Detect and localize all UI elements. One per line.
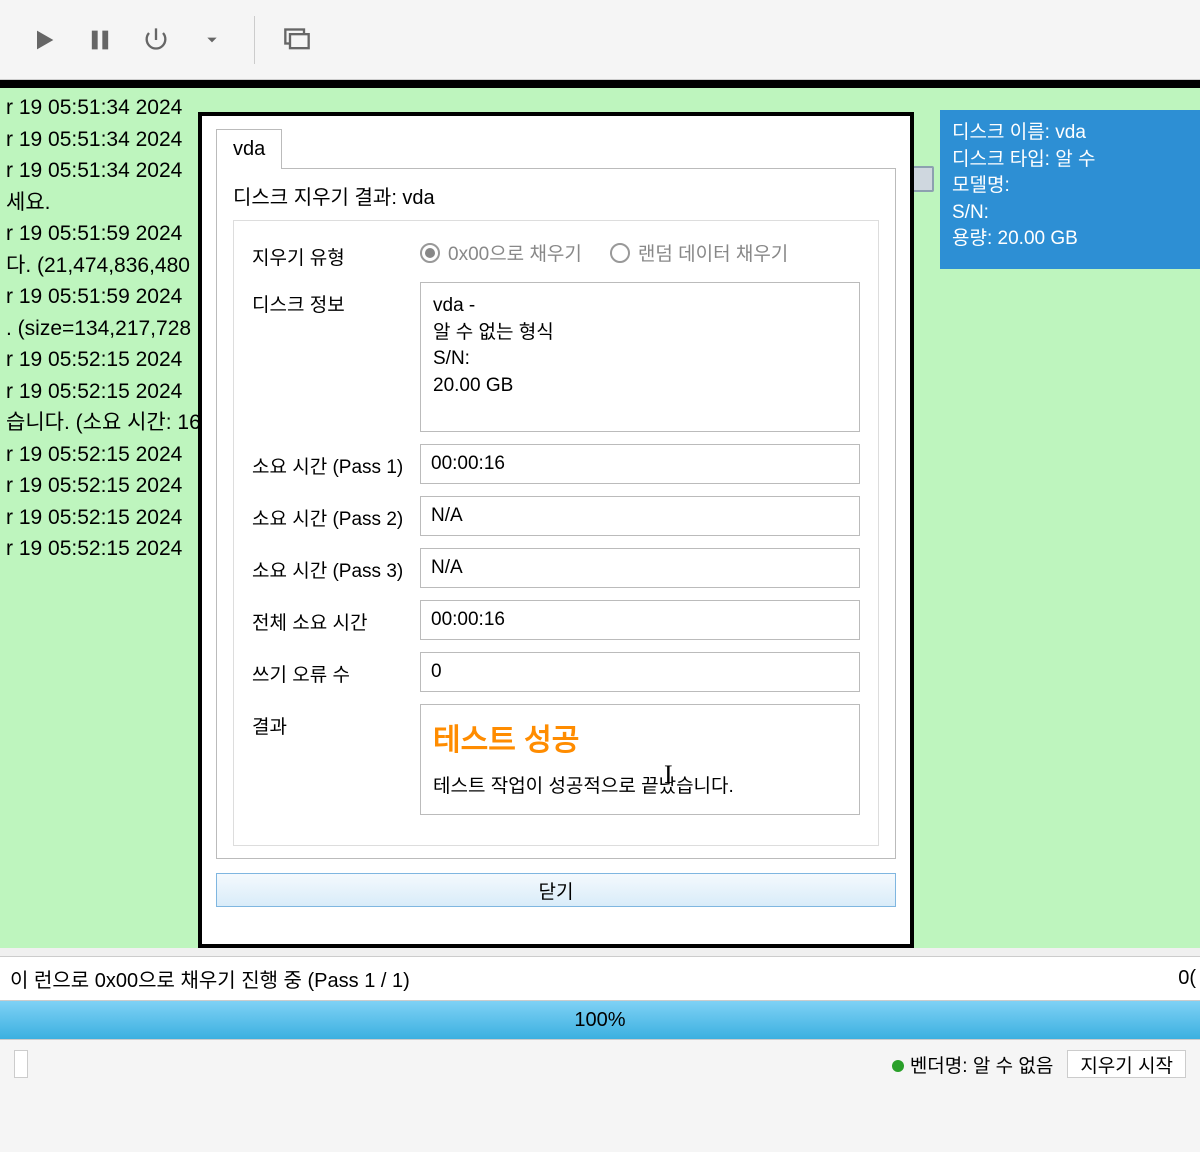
label-erase-type: 지우기 유형 [252,235,420,270]
log-line: r 19 05:52:15 2024 [6,380,182,403]
title-divider [0,80,1200,88]
log-line: r 19 05:52:15 2024 [6,348,182,371]
vendor-indicator: 벤더명: 알 수 없음 [892,1051,1053,1078]
status-bar: 이 런으로 0x00으로 채우기 진행 중 (Pass 1 / 1) 0( [0,956,1200,1000]
tab-row: vda [202,116,910,168]
power-dropdown[interactable] [188,16,236,64]
log-line: r 19 05:52:15 2024 [6,506,182,529]
result-box: 테스트 성공 테스트 작업이 성공적으로 끝났습니다. [420,704,860,815]
radio-icon [420,243,440,263]
input-pass3[interactable] [420,548,860,588]
log-line: r 19 05:51:59 2024 [6,222,182,245]
disk-model-row: 모델명: [952,173,1188,200]
log-line: r 19 05:52:15 2024 [6,474,182,497]
disk-name-row: 디스크 이름: vda [952,120,1188,147]
progress-fill: 100% [0,1001,1200,1039]
label-disk-info: 디스크 정보 [252,282,420,317]
status-text: 이 런으로 0x00으로 채우기 진행 중 (Pass 1 / 1) [10,964,410,993]
input-errors[interactable] [420,652,860,692]
log-line: r 19 05:51:59 2024 [6,285,182,308]
log-line: r 19 05:52:15 2024 [6,443,182,466]
bottom-left-frag[interactable] [14,1050,28,1078]
log-line: . (size=134,217,728 [6,317,191,340]
toolbar-separator [254,16,255,64]
disk-sn-row: S/N: [952,200,1188,227]
result-title: 테스트 성공 [433,715,847,759]
log-line: 습니다. (소요 시간: 16 [6,411,201,434]
disk-capacity-row: 용량: 20.00 GB [952,226,1188,253]
play-button[interactable] [20,16,68,64]
disk-info-box: vda - 알 수 없는 형식 S/N: 20.00 GB [420,282,860,432]
power-button[interactable] [132,16,180,64]
bottom-bar: 벤더명: 알 수 없음 지우기 시작 [0,1040,1200,1152]
input-total[interactable] [420,600,860,640]
label-errors: 쓰기 오류 수 [252,652,420,687]
radio-fill-random[interactable]: 랜덤 데이터 채우기 [610,239,788,266]
result-message: 테스트 작업이 성공적으로 끝났습니다. [433,771,847,798]
radio-fill-0x00[interactable]: 0x00으로 채우기 [420,239,582,266]
log-line: 다. (21,474,836,480 [6,254,190,277]
log-line: r 19 05:52:15 2024 [6,537,182,560]
chevron-down-icon [205,33,219,47]
toolbar [0,0,1200,80]
close-button[interactable]: 닫기 [216,873,896,907]
progress-bar: 100% [0,1000,1200,1040]
power-icon [142,26,170,54]
monitor-button[interactable] [273,16,321,64]
label-pass3: 소요 시간 (Pass 3) [252,548,420,583]
log-line: r 19 05:51:34 2024 [6,159,182,182]
disk-info-panel[interactable]: 디스크 이름: vda 디스크 타입: 알 수 모델명: S/N: 용량: 20… [940,110,1200,269]
pause-button[interactable] [76,16,124,64]
label-result: 결과 [252,704,420,739]
status-right: 0( [1178,967,1196,990]
log-line: r 19 05:51:34 2024 [6,96,182,119]
tab-vda[interactable]: vda [216,129,282,169]
input-pass1[interactable] [420,444,860,484]
log-line: 세요. [6,191,50,214]
pause-icon [86,26,114,54]
log-line: r 19 05:51:34 2024 [6,128,182,151]
start-erase-button[interactable]: 지우기 시작 [1067,1050,1186,1078]
erase-result-dialog: vda 디스크 지우기 결과: vda 지우기 유형 0x00으로 채우기 랜덤… [198,112,914,948]
radio-icon [610,243,630,263]
dialog-title: 디스크 지우기 결과: vda [233,181,879,210]
label-total: 전체 소요 시간 [252,600,420,635]
status-dot-icon [892,1060,904,1072]
label-pass1: 소요 시간 (Pass 1) [252,444,420,479]
disk-type-row: 디스크 타입: 알 수 [952,147,1188,174]
play-icon [30,26,58,54]
erase-type-radios: 0x00으로 채우기 랜덤 데이터 채우기 [420,235,860,266]
input-pass2[interactable] [420,496,860,536]
monitor-icon [283,26,311,54]
label-pass2: 소요 시간 (Pass 2) [252,496,420,531]
